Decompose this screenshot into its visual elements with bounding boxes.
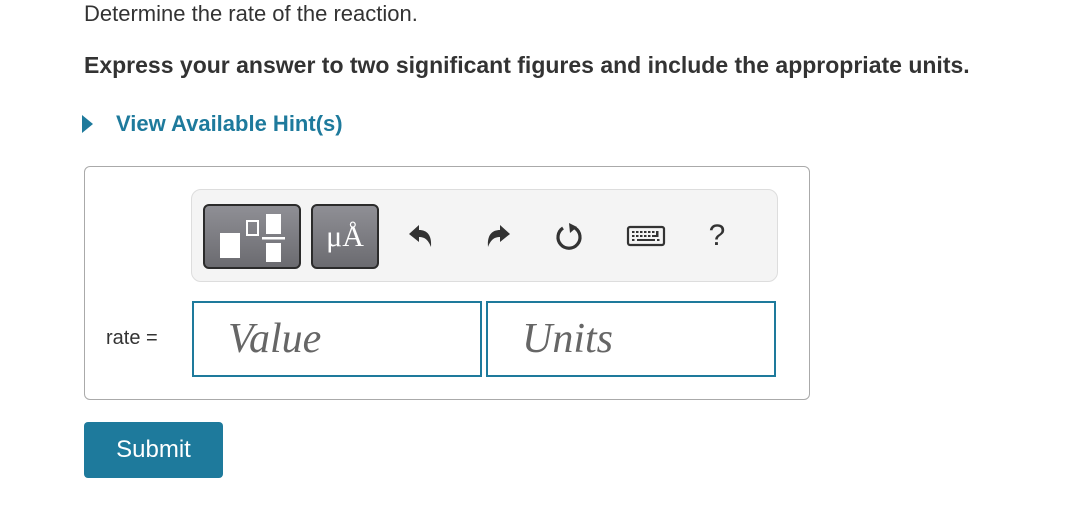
units-button[interactable]: μÅ xyxy=(311,204,379,269)
keyboard-icon xyxy=(626,225,666,247)
value-input[interactable]: Value xyxy=(192,301,482,377)
fraction-exponent-templates-icon xyxy=(220,214,285,262)
keyboard-button[interactable] xyxy=(626,216,666,256)
question-instruction: Determine the rate of the reaction. xyxy=(84,1,418,26)
submit-button[interactable]: Submit xyxy=(84,422,223,478)
rate-label: rate = xyxy=(106,327,158,349)
undo-button[interactable] xyxy=(401,216,441,256)
help-icon: ? xyxy=(708,219,726,252)
view-hints-label: View Available Hint(s) xyxy=(116,111,343,136)
reset-icon xyxy=(556,223,582,250)
math-toolbar: μÅ ? xyxy=(191,189,778,282)
templates-button[interactable] xyxy=(203,204,301,269)
units-input[interactable]: Units xyxy=(486,301,776,377)
value-placeholder: Value xyxy=(228,316,322,362)
question-page: Determine the rate of the reaction. Expr… xyxy=(0,0,1073,513)
reset-button[interactable] xyxy=(549,216,589,256)
help-button[interactable]: ? xyxy=(697,216,737,256)
view-hints-toggle[interactable]: View Available Hint(s) xyxy=(82,111,343,137)
answer-format-instruction: Express your answer to two significant f… xyxy=(84,52,970,78)
units-placeholder: Units xyxy=(522,316,614,362)
redo-icon xyxy=(487,225,510,247)
redo-button[interactable] xyxy=(478,216,518,256)
undo-icon xyxy=(409,225,432,247)
units-label: μÅ xyxy=(326,220,364,253)
caret-right-icon xyxy=(82,115,93,133)
